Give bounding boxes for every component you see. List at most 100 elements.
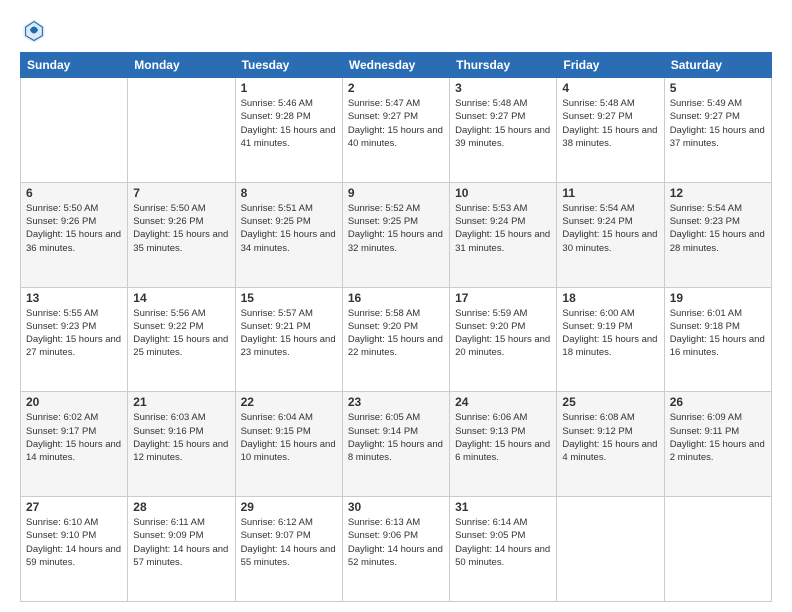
calendar-cell: 10 Sunrise: 5:53 AM Sunset: 9:24 PM Dayli… <box>450 182 557 287</box>
calendar-cell: 21 Sunrise: 6:03 AM Sunset: 9:16 PM Dayli… <box>128 392 235 497</box>
day-number: 14 <box>133 291 229 305</box>
calendar-header-tuesday: Tuesday <box>235 53 342 78</box>
day-number: 12 <box>670 186 766 200</box>
calendar-cell: 15 Sunrise: 5:57 AM Sunset: 9:21 PM Dayli… <box>235 287 342 392</box>
calendar-week-row: 13 Sunrise: 5:55 AM Sunset: 9:23 PM Dayli… <box>21 287 772 392</box>
day-info: Sunrise: 5:48 AM Sunset: 9:27 PM Dayligh… <box>562 97 658 150</box>
calendar-table: SundayMondayTuesdayWednesdayThursdayFrid… <box>20 52 772 602</box>
calendar-cell: 31 Sunrise: 6:14 AM Sunset: 9:05 PM Dayli… <box>450 497 557 602</box>
calendar-cell: 26 Sunrise: 6:09 AM Sunset: 9:11 PM Dayli… <box>664 392 771 497</box>
day-info: Sunrise: 6:12 AM Sunset: 9:07 PM Dayligh… <box>241 516 337 569</box>
day-info: Sunrise: 6:01 AM Sunset: 9:18 PM Dayligh… <box>670 307 766 360</box>
calendar-header-wednesday: Wednesday <box>342 53 449 78</box>
calendar-cell: 3Sunrise: 5:48 AM Sunset: 9:27 PM Daylig… <box>450 78 557 183</box>
day-info: Sunrise: 5:53 AM Sunset: 9:24 PM Dayligh… <box>455 202 551 255</box>
day-info: Sunrise: 6:02 AM Sunset: 9:17 PM Dayligh… <box>26 411 122 464</box>
day-info: Sunrise: 6:03 AM Sunset: 9:16 PM Dayligh… <box>133 411 229 464</box>
calendar-cell: 24 Sunrise: 6:06 AM Sunset: 9:13 PM Dayli… <box>450 392 557 497</box>
calendar-cell: 27 Sunrise: 6:10 AM Sunset: 9:10 PM Dayli… <box>21 497 128 602</box>
day-number: 28 <box>133 500 229 514</box>
calendar-cell: 16 Sunrise: 5:58 AM Sunset: 9:20 PM Dayli… <box>342 287 449 392</box>
calendar-cell: 17 Sunrise: 5:59 AM Sunset: 9:20 PM Dayli… <box>450 287 557 392</box>
calendar-cell: 9 Sunrise: 5:52 AM Sunset: 9:25 PM Daylig… <box>342 182 449 287</box>
day-number: 4 <box>562 81 658 95</box>
logo-icon <box>20 16 48 44</box>
day-info: Sunrise: 6:14 AM Sunset: 9:05 PM Dayligh… <box>455 516 551 569</box>
day-info: Sunrise: 5:46 AM Sunset: 9:28 PM Dayligh… <box>241 97 337 150</box>
header-row: SundayMondayTuesdayWednesdayThursdayFrid… <box>21 53 772 78</box>
calendar-cell: 1Sunrise: 5:46 AM Sunset: 9:28 PM Daylig… <box>235 78 342 183</box>
calendar-cell: 22 Sunrise: 6:04 AM Sunset: 9:15 PM Dayli… <box>235 392 342 497</box>
calendar-cell: 5Sunrise: 5:49 AM Sunset: 9:27 PM Daylig… <box>664 78 771 183</box>
day-info: Sunrise: 5:58 AM Sunset: 9:20 PM Dayligh… <box>348 307 444 360</box>
day-info: Sunrise: 5:55 AM Sunset: 9:23 PM Dayligh… <box>26 307 122 360</box>
day-number: 10 <box>455 186 551 200</box>
logo <box>20 16 52 44</box>
day-info: Sunrise: 5:50 AM Sunset: 9:26 PM Dayligh… <box>26 202 122 255</box>
calendar-header-sunday: Sunday <box>21 53 128 78</box>
calendar-cell: 14 Sunrise: 5:56 AM Sunset: 9:22 PM Dayli… <box>128 287 235 392</box>
day-info: Sunrise: 5:52 AM Sunset: 9:25 PM Dayligh… <box>348 202 444 255</box>
calendar-cell: 25Sunrise: 6:08 AM Sunset: 9:12 PM Dayli… <box>557 392 664 497</box>
calendar-cell <box>128 78 235 183</box>
calendar-cell: 4 Sunrise: 5:48 AM Sunset: 9:27 PM Daylig… <box>557 78 664 183</box>
day-info: Sunrise: 6:10 AM Sunset: 9:10 PM Dayligh… <box>26 516 122 569</box>
calendar-cell: 28 Sunrise: 6:11 AM Sunset: 9:09 PM Dayli… <box>128 497 235 602</box>
day-info: Sunrise: 6:05 AM Sunset: 9:14 PM Dayligh… <box>348 411 444 464</box>
day-number: 22 <box>241 395 337 409</box>
day-number: 31 <box>455 500 551 514</box>
day-number: 19 <box>670 291 766 305</box>
calendar-header-friday: Friday <box>557 53 664 78</box>
day-info: Sunrise: 5:59 AM Sunset: 9:20 PM Dayligh… <box>455 307 551 360</box>
calendar-cell: 23 Sunrise: 6:05 AM Sunset: 9:14 PM Dayli… <box>342 392 449 497</box>
day-info: Sunrise: 6:06 AM Sunset: 9:13 PM Dayligh… <box>455 411 551 464</box>
calendar-cell: 2 Sunrise: 5:47 AM Sunset: 9:27 PM Daylig… <box>342 78 449 183</box>
day-number: 3 <box>455 81 551 95</box>
day-info: Sunrise: 5:56 AM Sunset: 9:22 PM Dayligh… <box>133 307 229 360</box>
day-number: 29 <box>241 500 337 514</box>
day-number: 25 <box>562 395 658 409</box>
calendar-cell: 29 Sunrise: 6:12 AM Sunset: 9:07 PM Dayli… <box>235 497 342 602</box>
day-number: 17 <box>455 291 551 305</box>
day-number: 9 <box>348 186 444 200</box>
calendar-cell <box>557 497 664 602</box>
calendar-header-monday: Monday <box>128 53 235 78</box>
calendar-week-row: 20 Sunrise: 6:02 AM Sunset: 9:17 PM Dayli… <box>21 392 772 497</box>
day-number: 24 <box>455 395 551 409</box>
day-number: 7 <box>133 186 229 200</box>
day-info: Sunrise: 5:47 AM Sunset: 9:27 PM Dayligh… <box>348 97 444 150</box>
day-number: 23 <box>348 395 444 409</box>
day-number: 16 <box>348 291 444 305</box>
calendar-cell <box>21 78 128 183</box>
calendar-cell: 30Sunrise: 6:13 AM Sunset: 9:06 PM Dayli… <box>342 497 449 602</box>
calendar-week-row: 27 Sunrise: 6:10 AM Sunset: 9:10 PM Dayli… <box>21 497 772 602</box>
calendar-week-row: 1Sunrise: 5:46 AM Sunset: 9:28 PM Daylig… <box>21 78 772 183</box>
day-number: 13 <box>26 291 122 305</box>
day-number: 15 <box>241 291 337 305</box>
day-number: 11 <box>562 186 658 200</box>
calendar-cell: 6Sunrise: 5:50 AM Sunset: 9:26 PM Daylig… <box>21 182 128 287</box>
calendar-week-row: 6Sunrise: 5:50 AM Sunset: 9:26 PM Daylig… <box>21 182 772 287</box>
day-number: 21 <box>133 395 229 409</box>
calendar-cell: 13 Sunrise: 5:55 AM Sunset: 9:23 PM Dayli… <box>21 287 128 392</box>
calendar-cell: 19 Sunrise: 6:01 AM Sunset: 9:18 PM Dayli… <box>664 287 771 392</box>
calendar-cell: 18Sunrise: 6:00 AM Sunset: 9:19 PM Dayli… <box>557 287 664 392</box>
day-info: Sunrise: 5:50 AM Sunset: 9:26 PM Dayligh… <box>133 202 229 255</box>
day-number: 27 <box>26 500 122 514</box>
day-number: 26 <box>670 395 766 409</box>
day-info: Sunrise: 6:00 AM Sunset: 9:19 PM Dayligh… <box>562 307 658 360</box>
calendar-cell: 12 Sunrise: 5:54 AM Sunset: 9:23 PM Dayli… <box>664 182 771 287</box>
day-info: Sunrise: 5:54 AM Sunset: 9:23 PM Dayligh… <box>670 202 766 255</box>
day-number: 20 <box>26 395 122 409</box>
day-number: 8 <box>241 186 337 200</box>
calendar-cell: 20 Sunrise: 6:02 AM Sunset: 9:17 PM Dayli… <box>21 392 128 497</box>
day-info: Sunrise: 5:57 AM Sunset: 9:21 PM Dayligh… <box>241 307 337 360</box>
calendar-cell: 8 Sunrise: 5:51 AM Sunset: 9:25 PM Daylig… <box>235 182 342 287</box>
calendar-cell <box>664 497 771 602</box>
day-info: Sunrise: 6:04 AM Sunset: 9:15 PM Dayligh… <box>241 411 337 464</box>
calendar-cell: 7 Sunrise: 5:50 AM Sunset: 9:26 PM Daylig… <box>128 182 235 287</box>
day-info: Sunrise: 5:51 AM Sunset: 9:25 PM Dayligh… <box>241 202 337 255</box>
day-info: Sunrise: 6:09 AM Sunset: 9:11 PM Dayligh… <box>670 411 766 464</box>
day-info: Sunrise: 6:11 AM Sunset: 9:09 PM Dayligh… <box>133 516 229 569</box>
day-number: 2 <box>348 81 444 95</box>
